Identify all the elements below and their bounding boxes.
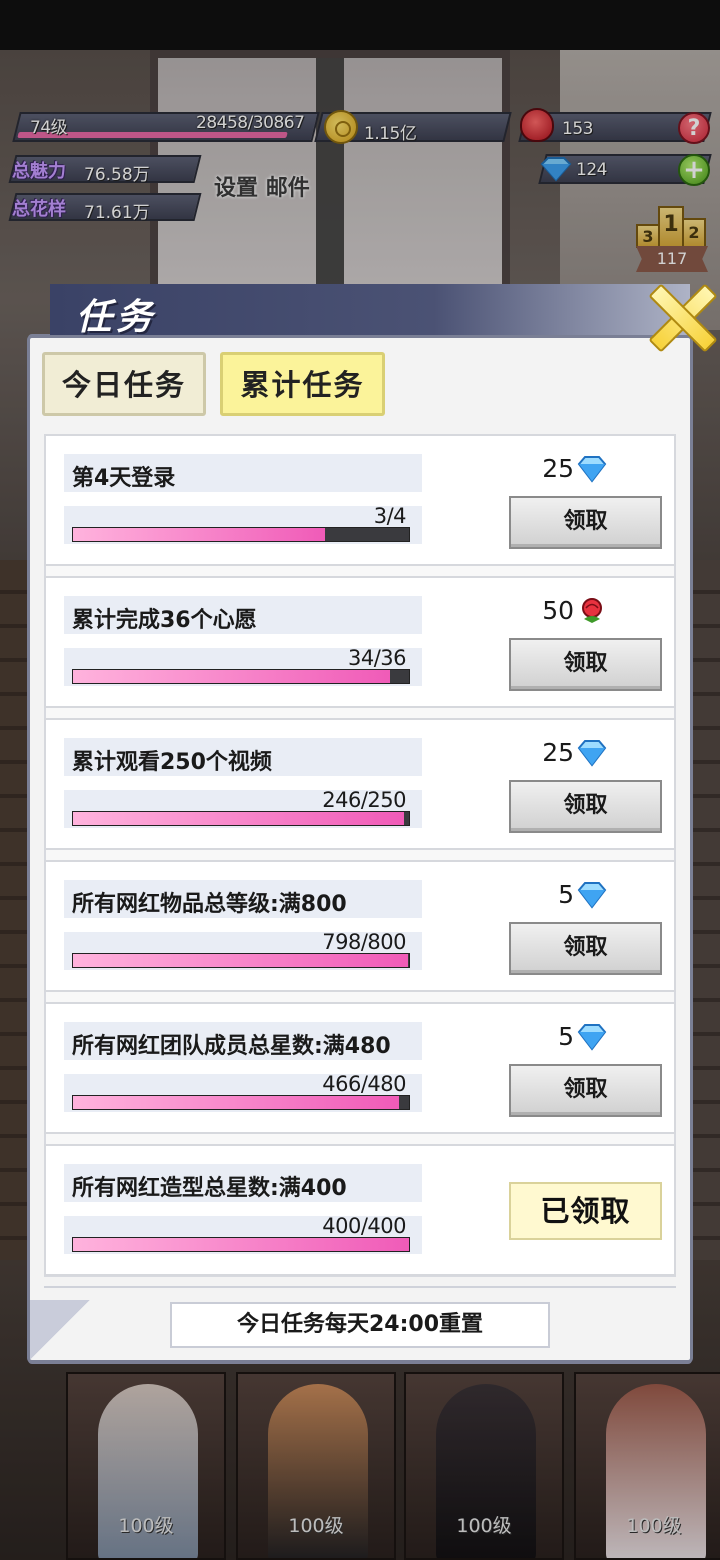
task-name: 所有网红物品总等级:满800 — [72, 892, 347, 917]
task-name: 第4天登录 — [72, 466, 176, 491]
task-item: 累计完成36个心愿 34/36 50 领取 — [44, 576, 676, 708]
progress-text: 798/800 — [322, 930, 406, 954]
tab-cumulative-tasks[interactable]: 累计任务 — [220, 352, 385, 416]
claim-button[interactable]: 领取 — [509, 638, 662, 691]
claim-button[interactable]: 领取 — [509, 496, 662, 549]
progress-bar — [72, 669, 410, 684]
rose-icon — [582, 598, 602, 623]
progress-fill — [73, 954, 409, 967]
dialog-title: 任务 — [76, 297, 157, 338]
progress-bar — [72, 811, 410, 826]
diamond-icon — [577, 456, 607, 483]
diamond-icon — [577, 740, 607, 767]
task-name: 所有网红团队成员总星数:满480 — [72, 1034, 391, 1059]
progress-fill — [73, 812, 404, 825]
progress-text: 3/4 — [373, 504, 407, 528]
page-fold — [30, 1300, 90, 1360]
progress-bar — [72, 1095, 410, 1110]
reward-amount: 25 — [542, 738, 574, 767]
task-item: 所有网红物品总等级:满800 798/800 5 领取 — [44, 860, 676, 992]
claim-button[interactable]: 领取 — [509, 780, 662, 833]
progress-fill — [73, 670, 391, 683]
progress-fill — [73, 1096, 400, 1109]
task-name: 所有网红造型总星数:满400 — [72, 1176, 347, 1201]
progress-text: 34/36 — [347, 646, 407, 670]
reward-amount: 5 — [558, 1022, 574, 1051]
divider — [44, 1286, 676, 1288]
task-item: 累计观看250个视频 246/250 25 领取 — [44, 718, 676, 850]
task-item: 所有网红团队成员总星数:满480 466/480 5 领取 — [44, 1002, 676, 1134]
progress-fill — [73, 1238, 409, 1251]
reset-note: 今日任务每天24:00重置 — [170, 1302, 550, 1348]
task-item: 所有网红造型总星数:满400 400/400 已领取 — [44, 1144, 676, 1276]
reward-amount: 25 — [542, 454, 574, 483]
task-name: 累计完成36个心愿 — [72, 608, 257, 633]
claim-button[interactable]: 领取 — [509, 1064, 662, 1117]
claimed-badge: 已领取 — [509, 1182, 662, 1240]
progress-text: 466/480 — [322, 1072, 406, 1096]
reward-amount: 5 — [558, 880, 574, 909]
progress-bar — [72, 527, 410, 542]
progress-text: 400/400 — [322, 1214, 406, 1238]
task-name: 累计观看250个视频 — [72, 750, 272, 775]
close-icon[interactable] — [644, 280, 716, 352]
progress-bar — [72, 1237, 410, 1252]
task-item: 第4天登录 3/4 25 领取 — [44, 434, 676, 566]
tab-daily-tasks[interactable]: 今日任务 — [42, 352, 206, 416]
claim-button[interactable]: 领取 — [509, 922, 662, 975]
diamond-icon — [577, 1024, 607, 1051]
progress-bar — [72, 953, 410, 968]
progress-text: 246/250 — [322, 788, 406, 812]
diamond-icon — [577, 882, 607, 909]
reward-amount: 50 — [542, 596, 574, 625]
progress-fill — [73, 528, 325, 541]
